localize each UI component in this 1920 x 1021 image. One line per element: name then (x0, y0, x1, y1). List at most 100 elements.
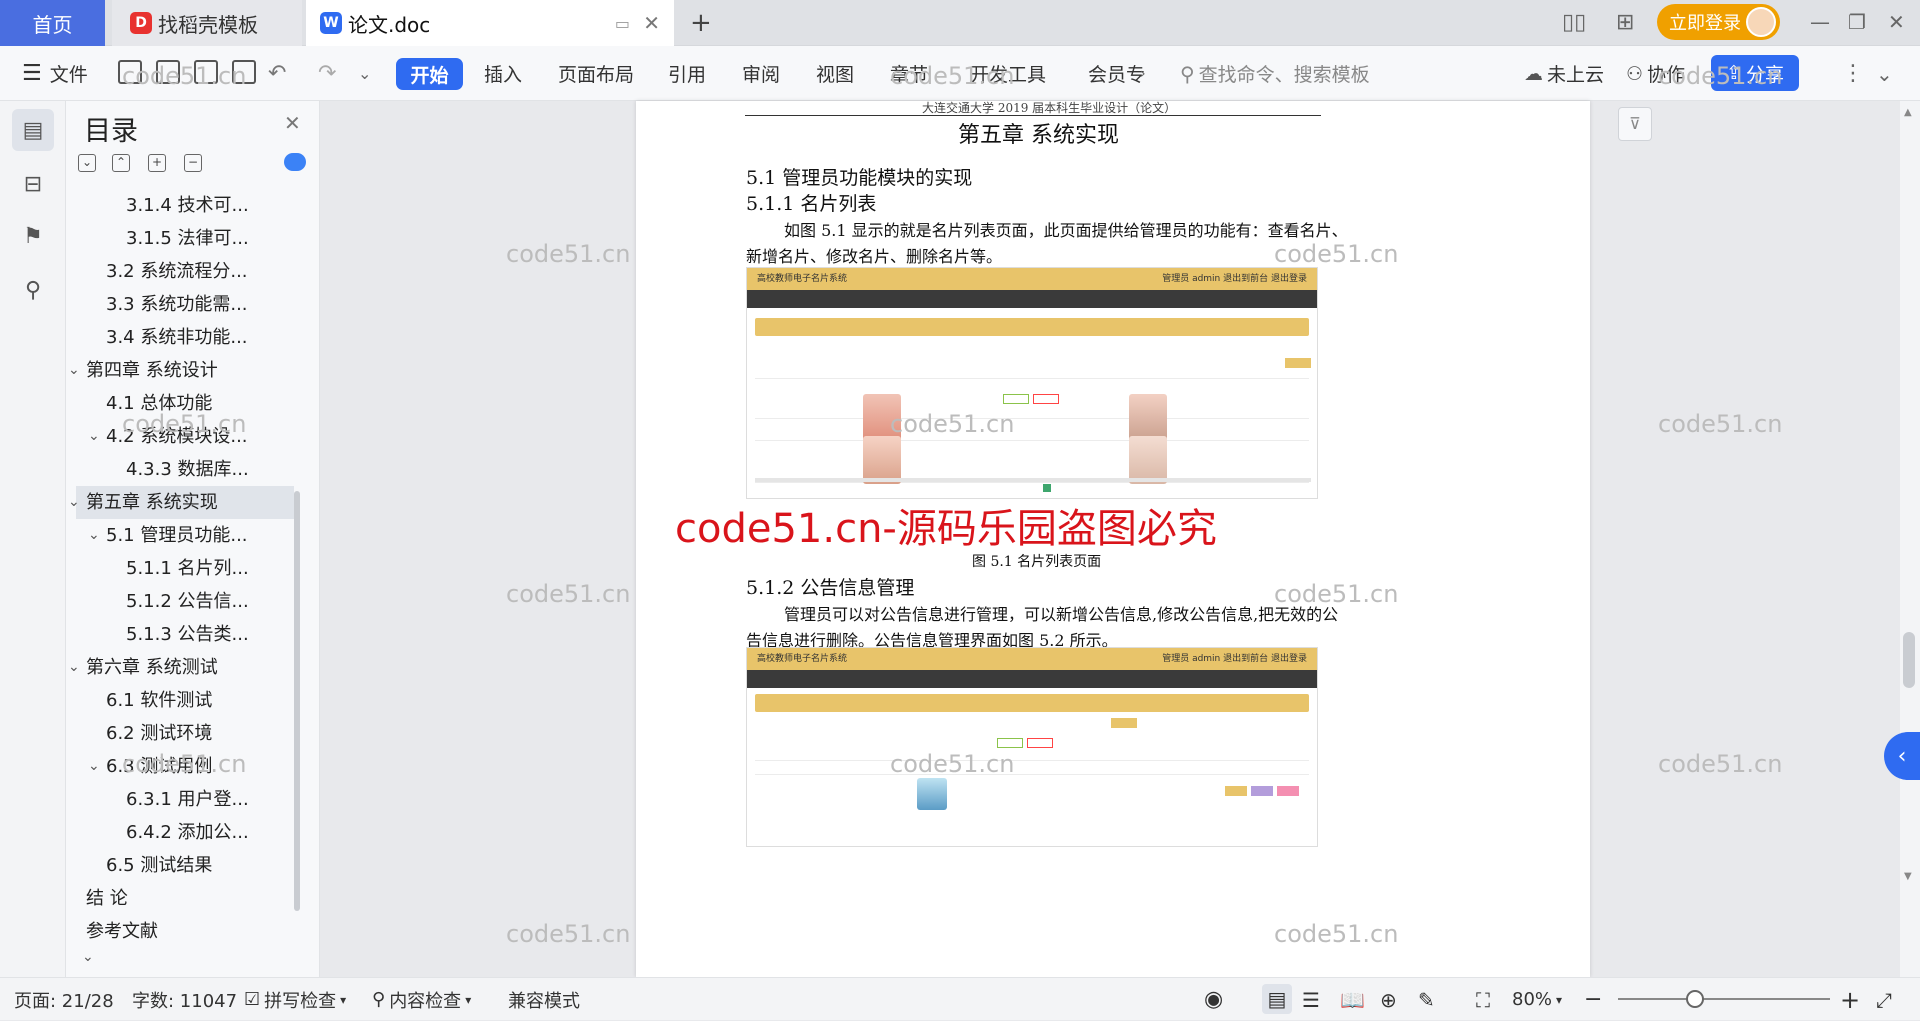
outline-icon[interactable]: ⊟ (12, 163, 54, 205)
content-check-button[interactable]: ⚲ 内容检查 ▾ (372, 978, 471, 1021)
page-view-icon[interactable]: ▤ (1262, 984, 1292, 1014)
file-menu-label: 文件 (49, 64, 88, 86)
zoom-level[interactable]: 80% ▾ (1512, 978, 1562, 1021)
toc-expand-chevron-icon[interactable]: ⌄ (88, 420, 100, 453)
scroll-up-icon[interactable]: ▲ (1904, 107, 1912, 118)
fullscreen-icon[interactable]: ⤢ (1876, 978, 1892, 1021)
toc-item[interactable]: 6.3.1 用户登... (126, 783, 249, 816)
eye-protect-icon[interactable]: ◉ (1204, 978, 1223, 1021)
toc-expand-chevron-icon[interactable]: ⌄ (68, 651, 80, 684)
toc-item[interactable]: 6.1 软件测试 (106, 684, 212, 717)
tab-document[interactable]: W 论文.doc ▭ ✕ (306, 0, 674, 46)
scroll-down-icon[interactable]: ▼ (1904, 871, 1912, 882)
toc-item[interactable]: 5.1.2 公告信... (126, 585, 249, 618)
tab-member[interactable]: 会员专 (1088, 46, 1148, 101)
find-icon[interactable]: ⚲ (12, 269, 54, 311)
undo-icon[interactable]: ↶ (268, 46, 286, 101)
file-menu-button[interactable]: ☰ 文件 (22, 46, 88, 101)
smart-toc-icon[interactable] (284, 153, 306, 171)
read-view-icon[interactable]: 📖 (1340, 978, 1365, 1021)
toc-item[interactable]: ⌄ 第六章 系统测试 (68, 651, 218, 684)
toc-item[interactable]: ⌄ 第五章 系统实现 (68, 486, 294, 519)
tab-references[interactable]: 引用 (668, 46, 706, 101)
ss-title: 高校教师电子名片系统 (757, 654, 848, 664)
toc-expand-chevron-icon[interactable]: ⌄ (88, 750, 100, 783)
add-item-icon[interactable]: + (148, 154, 166, 172)
toc-item[interactable]: 结 论 (86, 882, 128, 915)
toc-item[interactable]: 6.5 测试结果 (106, 849, 212, 882)
toc-item[interactable]: 5.1.3 公告类... (126, 618, 249, 651)
collapse-up-icon[interactable]: ⌃ (112, 154, 130, 172)
more-options-icon[interactable]: ⋮ (1842, 46, 1864, 101)
more-tabs-chevron-icon[interactable]: › (1140, 46, 1146, 101)
watermark: code51.cn (506, 580, 631, 608)
ss-user: 管理员 admin 退出到前台 退出登录 (1162, 654, 1307, 664)
ss-query-button (1285, 358, 1311, 368)
outline-view-icon[interactable]: ☰ (1302, 978, 1320, 1021)
tab-docer-label: 找稻壳模板 (158, 12, 258, 37)
toc-item-label: 4.3.3 数据库... (126, 459, 249, 480)
close-window-icon[interactable]: ✕ (1888, 10, 1905, 34)
apps-grid-icon[interactable]: ⊞ (1616, 10, 1634, 35)
toc-more-chevron-icon[interactable]: ⌄ (82, 949, 94, 965)
screen-icon[interactable]: ▭ (615, 14, 630, 33)
toc-item[interactable]: 6.4.2 添加公... (126, 816, 249, 849)
expand-down-icon[interactable]: ⌄ (78, 154, 96, 172)
fit-page-icon[interactable]: ⛶ (1476, 978, 1490, 1021)
zoom-in-icon[interactable]: + (1840, 978, 1860, 1021)
toc-item[interactable]: 3.3 系统功能需... (106, 288, 248, 321)
tab-home[interactable]: 首页 (0, 0, 105, 46)
minimize-icon[interactable]: — (1810, 10, 1830, 34)
toc-item[interactable]: 6.2 测试环境 (106, 717, 212, 750)
toc-item[interactable]: 3.1.5 法律可... (126, 222, 249, 255)
remove-item-icon[interactable]: − (184, 154, 202, 172)
bookmark-icon[interactable]: ⚑ (12, 215, 54, 257)
zoom-slider-thumb[interactable] (1686, 990, 1704, 1008)
paragraph-line: 管理员可以对公告信息进行管理，可以新增公告信息,修改公告信息,把无效的公 (784, 605, 1339, 624)
tab-view[interactable]: 视图 (816, 46, 854, 101)
restore-icon[interactable]: ❐ (1848, 10, 1866, 34)
zoom-slider-track[interactable] (1618, 998, 1830, 1000)
tab-insert[interactable]: 插入 (484, 46, 522, 101)
toc-item[interactable]: ⌄ 第四章 系统设计 (68, 354, 218, 387)
toc-item[interactable]: 3.4 系统非功能... (106, 321, 248, 354)
toc-expand-chevron-icon[interactable]: ⌄ (68, 486, 80, 519)
collapse-ribbon-icon[interactable]: ⌄ (1876, 46, 1893, 101)
tab-review[interactable]: 审阅 (742, 46, 780, 101)
layout-icon[interactable]: ▯▯ (1562, 10, 1586, 35)
toc-scrollbar[interactable] (294, 491, 300, 911)
word-count[interactable]: 字数: 11047 (132, 978, 237, 1021)
toc-close-icon[interactable]: ✕ (284, 111, 301, 135)
hamburger-icon: ☰ (22, 61, 42, 86)
vertical-scrollbar-thumb[interactable] (1903, 632, 1915, 688)
quick-access-dropdown-icon[interactable]: ⌄ (358, 46, 371, 101)
cloud-status-button[interactable]: ☁ 未上云 (1524, 46, 1604, 101)
login-button[interactable]: 立即登录 (1657, 4, 1780, 40)
toc-expand-chevron-icon[interactable]: ⌄ (88, 519, 100, 552)
web-view-icon[interactable]: ⊕ (1380, 978, 1397, 1021)
vertical-scroll-track: ▲ ▼ (1900, 101, 1920, 977)
toc-item-label: 参考文献 (86, 921, 158, 942)
watermark: code51.cn (890, 410, 1015, 438)
toc-item[interactable]: 4.3.3 数据库... (126, 453, 249, 486)
command-search[interactable]: ⚲ 查找命令、搜索模板 (1180, 46, 1370, 101)
toc-expand-chevron-icon[interactable]: ⌄ (68, 354, 80, 387)
new-tab-plus-icon[interactable]: + (690, 8, 712, 38)
tab-page-layout[interactable]: 页面布局 (558, 46, 634, 101)
tab-start[interactable]: 开始 (396, 58, 463, 90)
pen-icon[interactable]: ✎ (1418, 978, 1435, 1021)
close-tab-icon[interactable]: ✕ (643, 11, 660, 35)
toc-item[interactable]: 5.1.1 名片列... (126, 552, 249, 585)
spell-check-button[interactable]: ☑ 拼写检查 ▾ (244, 978, 346, 1021)
page-indicator[interactable]: 页面: 21/28 (14, 978, 114, 1021)
toc-item[interactable]: 3.1.4 技术可... (126, 189, 249, 222)
tab-docer-templates[interactable]: D 找稻壳模板 (112, 0, 302, 46)
toc-item[interactable]: 参考文献 (86, 915, 158, 948)
cloud-icon: ☁ (1524, 62, 1543, 85)
zoom-out-icon[interactable]: − (1584, 978, 1602, 1021)
toc-item[interactable]: 3.2 系统流程分... (106, 255, 248, 288)
page-nav-icon[interactable]: ⊽ (1618, 107, 1652, 141)
toc-item[interactable]: ⌄ 5.1 管理员功能... (88, 519, 248, 552)
toc-panel-icon[interactable]: ▤ (12, 109, 54, 151)
redo-icon[interactable]: ↷ (318, 46, 336, 101)
